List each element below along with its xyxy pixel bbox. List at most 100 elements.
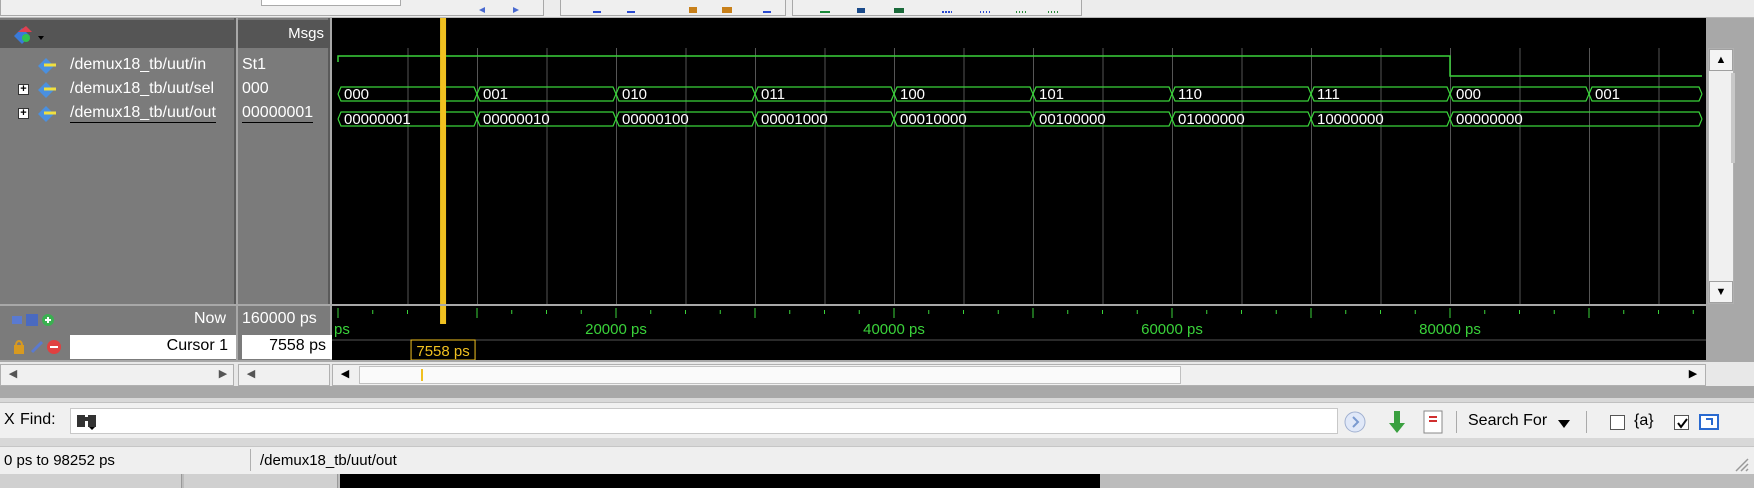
background-wave [340,474,1100,488]
signal-row-in[interactable]: /demux18_tb/uut/in [0,54,236,78]
signal-sel-value-label: 010 [622,86,647,103]
signal-sel-value-label: 001 [483,86,508,103]
cursor-1-label: 7558 ps [416,343,469,360]
match-case-checkbox[interactable] [1674,415,1689,430]
chevron-down-icon[interactable] [1558,415,1570,433]
signal-out-value-label: 00001000 [761,111,828,128]
expand-icon[interactable]: + [18,108,29,119]
wave-hscroll[interactable]: ◀ ▶ [332,364,1706,386]
signal-row-sel[interactable]: + /demux18_tb/uut/sel [0,78,236,102]
toolbar-combo[interactable] [261,0,401,6]
value-row-in: St1 [238,54,330,78]
find-separator [1456,411,1457,433]
waveform-canvas[interactable]: 000 001 010 011 100 101 110 111 000 00100000001 00… [332,18,1706,304]
cursor-lock-icon[interactable] [10,338,66,356]
value-row-out: 00000001 [238,102,330,126]
find-next-icon[interactable] [1342,409,1368,435]
toolbar-group-3 [792,0,1082,16]
scroll-left-icon[interactable]: ◀ [335,365,355,385]
run-icon[interactable] [761,1,773,13]
wave-window: /demux18_tb/uut/in + /demux18_tb/uut/sel… [0,18,1754,398]
step-over-icon[interactable] [625,1,637,13]
signal-name: /demux18_tb/uut/sel [70,80,215,97]
wave-next-icon[interactable] [979,1,991,13]
names-header [0,20,236,48]
signal-value: St1 [242,56,267,73]
vertical-scrollbar[interactable]: ▲ ▼ [1708,48,1735,304]
signal-sel-value-label: 000 [344,86,369,103]
find-pin-icon[interactable] [1698,411,1722,433]
signal-value: 000 [242,80,269,97]
continue-icon[interactable] [687,1,699,13]
expand-icon[interactable]: + [18,84,29,95]
regex-label: {a} [1634,412,1654,429]
scroll-thumb[interactable] [1731,73,1735,163]
wave-fit-icon[interactable] [855,1,867,13]
signal-sel-value-label: 101 [1039,86,1064,103]
values-header: Msgs [238,20,330,48]
wave-marker-icon[interactable] [1047,1,1059,13]
horizontal-scroll-row: ◀ ▶ ◀ ◀ ▶ [0,362,1754,386]
background-pane [0,474,182,488]
wave-prev-icon[interactable] [1015,1,1027,13]
close-find-icon[interactable]: X [4,411,15,429]
signal-in-icon [36,56,58,74]
cursor-1-name[interactable]: Cursor 1 [70,335,236,359]
signal-row-out[interactable]: + /demux18_tb/uut/out [0,102,236,126]
names-hscroll[interactable]: ◀ ▶ [0,364,234,386]
signal-sel-value-label: 011 [761,86,785,103]
resize-grip-icon[interactable] [1730,453,1750,473]
signal-sel-value-label: 001 [1595,86,1620,103]
cursor-1-line [440,306,447,324]
status-separator [250,449,251,471]
timeline-tick-label: 20000 ps [585,321,647,338]
scroll-right-icon[interactable]: ▶ [213,365,233,385]
signal-out-value-label: 00000001 [344,111,411,128]
forward-icon[interactable] [509,1,521,13]
wave-hscroll-thumb[interactable] [359,366,1181,384]
cursor-values: 160000 ps 7558 ps [238,306,334,360]
signal-value: 00000001 [242,104,314,123]
scroll-right-icon[interactable]: ▶ [1683,365,1703,385]
break-icon[interactable] [721,1,733,13]
signal-names-pane: /demux18_tb/uut/in + /demux18_tb/uut/sel… [0,18,236,304]
scroll-up-icon[interactable]: ▲ [1709,49,1733,71]
signal-out-value-label: 01000000 [1178,111,1245,128]
background-window-strip [0,474,1754,488]
wave-full-icon[interactable] [893,1,905,13]
value-row-sel: 000 [238,78,330,102]
cursor-1-value[interactable]: 7558 ps [242,335,334,359]
cursor-marker [421,369,423,381]
waveform-pane[interactable]: 000 001 010 011 100 101 110 111 000 001 00000001 00… [332,18,1706,304]
find-down-icon[interactable] [1384,409,1410,435]
timeline-tick-label: 80000 ps [1419,321,1481,338]
find-input[interactable] [70,408,1338,434]
signal-sel-value-label: 000 [1456,86,1481,103]
signal-values-pane: Msgs St1 000 00000001 [238,18,330,304]
signal-sel-value-label: 111 [1317,86,1340,103]
wave-zoom-icon[interactable] [819,1,831,13]
status-time-range: 0 ps to 98252 ps [4,452,115,469]
values-hscroll[interactable]: ◀ [238,364,330,386]
find-options-icon[interactable] [1420,409,1446,435]
back-icon[interactable] [477,1,489,13]
signal-out-value-label: 00100000 [1039,111,1106,128]
timeline-tick-label: 60000 ps [1141,321,1203,338]
signal-name: /demux18_tb/uut/out [70,104,216,123]
step-icon[interactable] [591,1,603,13]
timeline-pane[interactable]: ps 20000 ps 40000 ps 60000 ps 80000 ps 7558 p… [332,306,1706,360]
timeline-tick-label: ps [334,321,350,338]
cursor-add-icon[interactable] [10,312,66,328]
toolbar-group-1 [0,0,544,16]
regex-checkbox[interactable] [1610,415,1625,430]
timeline-canvas[interactable]: ps 20000 ps 40000 ps 60000 ps 80000 ps 7558 p… [332,306,1706,360]
search-for-label[interactable]: Search For [1468,412,1547,430]
scroll-left-icon[interactable]: ◀ [3,365,23,385]
wave-edge-icon[interactable] [941,1,953,13]
scroll-down-icon[interactable]: ▼ [1709,281,1733,303]
signal-sel-value-label: 110 [1178,86,1202,103]
wave-header-band [332,18,1706,44]
wave-tools-icon[interactable] [10,24,50,46]
binoculars-icon[interactable] [75,411,99,436]
scroll-left-icon[interactable]: ◀ [241,365,261,385]
